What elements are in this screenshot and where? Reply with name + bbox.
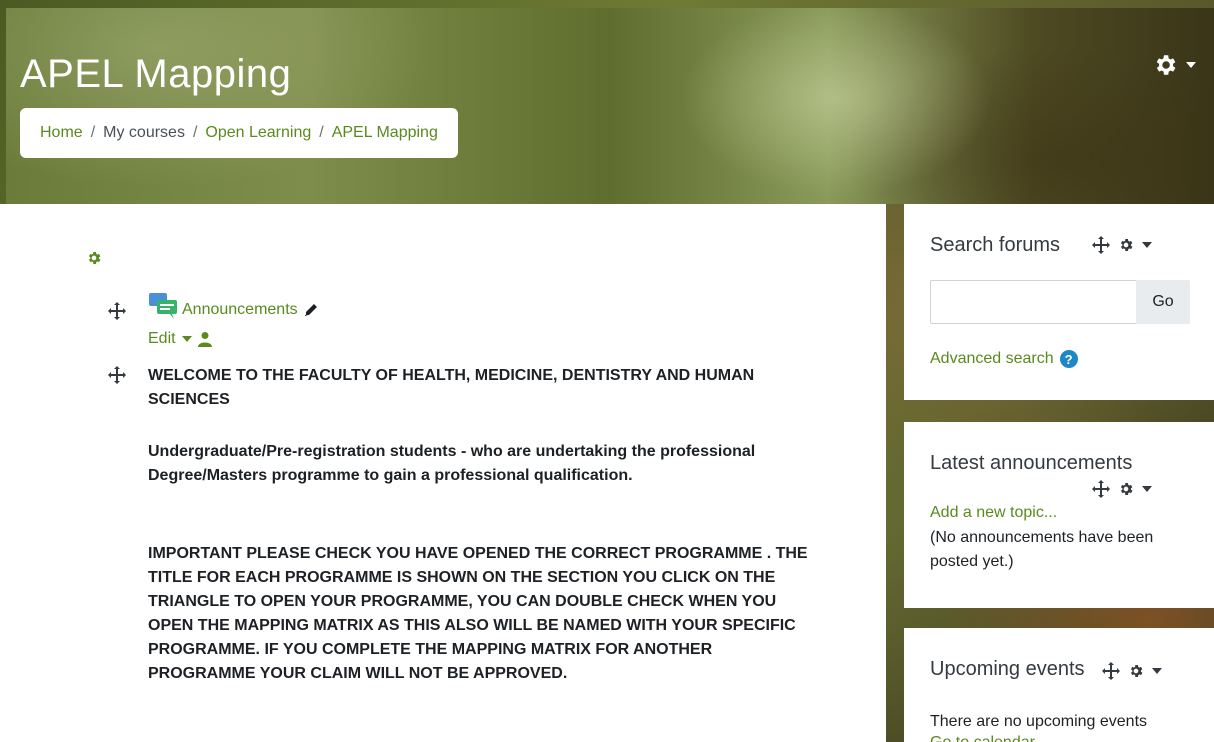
gear-icon[interactable] [86, 250, 102, 266]
move-icon[interactable] [108, 366, 126, 384]
no-announcements-text: (No announcements have been posted yet.) [930, 529, 1154, 570]
breadcrumb-separator: / [192, 124, 198, 141]
move-icon[interactable] [1102, 662, 1120, 680]
go-to-calendar-link[interactable]: Go to calendar... [930, 734, 1047, 742]
course-content: Announcements Edit WELCOME TO THE FACULT… [0, 204, 886, 742]
block-title: Search forums [930, 234, 1061, 256]
course-actions-menu[interactable] [1152, 52, 1196, 78]
block-controls [1102, 662, 1162, 680]
block-controls [1092, 480, 1152, 498]
help-icon[interactable]: ? [1059, 350, 1078, 368]
block-title: Latest announcements [930, 452, 1133, 474]
page-header: APEL Mapping Home / My courses / Open Le… [6, 8, 1214, 204]
upcoming-events-block: Upcoming events There are no upcoming ev… [904, 628, 1214, 742]
search-forums-input[interactable] [930, 280, 1136, 324]
edit-label: Edit [148, 330, 176, 347]
search-forums-block: Search forums Go Advanced search ? [904, 204, 1214, 400]
move-icon[interactable] [1092, 480, 1110, 498]
advanced-search-label: Advanced search [930, 350, 1054, 367]
chevron-down-icon [1186, 62, 1196, 68]
breadcrumb-separator: / [90, 124, 96, 141]
add-new-topic-link[interactable]: Add a new topic... [930, 504, 1057, 522]
chevron-down-icon[interactable] [1142, 486, 1152, 492]
chevron-down-icon[interactable] [1142, 242, 1152, 248]
move-icon[interactable] [108, 302, 126, 320]
welcome-heading: WELCOME TO THE FACULTY OF HEALTH, MEDICI… [148, 367, 755, 408]
announcements-link[interactable]: Announcements [182, 301, 318, 319]
pencil-icon[interactable] [304, 303, 318, 317]
chevron-down-icon [181, 336, 192, 342]
page-title: APEL Mapping [20, 52, 292, 96]
breadcrumb-open-learning[interactable]: Open Learning [205, 124, 311, 142]
block-title: Upcoming events [930, 658, 1085, 680]
go-button[interactable]: Go [1136, 280, 1190, 324]
gear-icon[interactable] [1118, 237, 1134, 253]
user-icon[interactable] [197, 331, 212, 347]
gear-icon [1156, 55, 1176, 75]
advanced-search-link[interactable]: Advanced search ? [930, 350, 1078, 368]
chevron-down-icon[interactable] [1152, 668, 1162, 674]
move-icon[interactable] [1092, 236, 1110, 254]
edit-menu[interactable]: Edit [148, 330, 212, 348]
latest-announcements-block: Latest announcements Add a new topic... … [904, 422, 1214, 608]
block-controls [1092, 236, 1152, 254]
breadcrumb-home[interactable]: Home [40, 124, 83, 142]
breadcrumb-my-courses: My courses [103, 124, 185, 141]
gear-icon[interactable] [1118, 481, 1134, 497]
gear-icon[interactable] [1128, 663, 1144, 679]
breadcrumb-separator: / [319, 124, 324, 141]
forum-icon [149, 293, 177, 319]
important-text: IMPORTANT PLEASE CHECK YOU HAVE OPENED T… [148, 545, 808, 682]
announcements-label: Announcements [182, 301, 298, 318]
no-events-text: There are no upcoming events [930, 713, 1148, 730]
breadcrumb: Home / My courses / Open Learning / APEL… [20, 108, 458, 158]
breadcrumb-apel-mapping[interactable]: APEL Mapping [332, 124, 438, 142]
undergrad-text: Undergraduate/Pre-registration students … [148, 443, 756, 484]
